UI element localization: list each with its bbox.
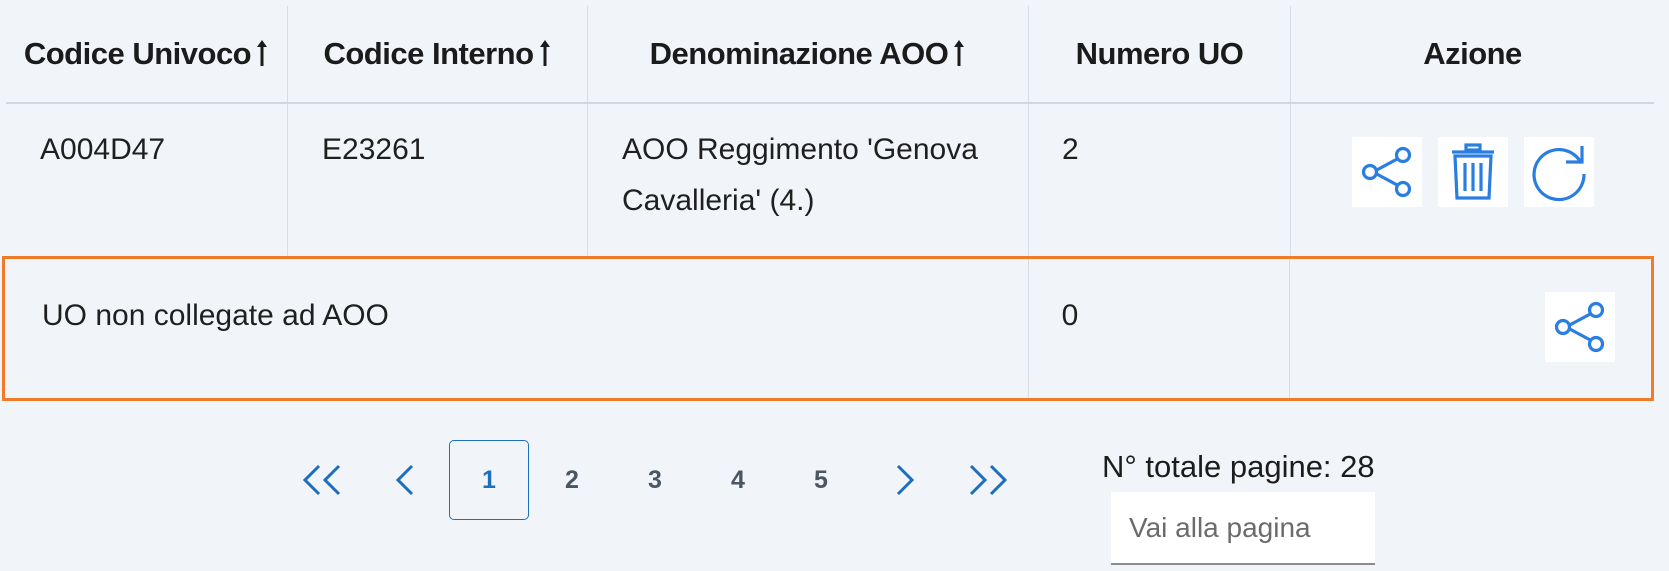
header-codice-interno[interactable]: Codice Interno — [288, 6, 588, 102]
header-label: Numero UO — [1075, 36, 1244, 71]
sort-arrow-up-icon[interactable] — [952, 39, 966, 69]
cell-numero-uo: 0 — [1029, 259, 1290, 398]
page-3-button[interactable]: 3 — [615, 440, 695, 520]
cell-numero-uo: 2 — [1029, 104, 1291, 256]
header-codice-univoco[interactable]: Codice Univoco — [6, 6, 288, 102]
goto-page-field[interactable] — [1111, 492, 1375, 565]
share-icon — [1361, 146, 1411, 198]
header-denominazione-aoo[interactable]: Denominazione AOO — [588, 6, 1029, 102]
aoo-table: Codice Univoco Codice Interno Denominazi… — [2, 6, 1654, 401]
denominazione-line: AOO Reggimento 'Genova — [622, 133, 978, 166]
cell-azione — [1290, 259, 1651, 398]
first-page-button[interactable] — [283, 440, 363, 520]
header-label: Codice Interno — [323, 36, 534, 71]
header-label: Denominazione AOO — [649, 36, 949, 71]
delete-button[interactable] — [1437, 137, 1508, 207]
header-numero-uo: Numero UO — [1029, 6, 1291, 102]
table-row: A004D47 E23261 AOO Reggimento 'Genova Ca… — [6, 104, 1654, 256]
header-label: Codice Univoco — [23, 36, 252, 71]
sort-arrow-up-icon[interactable] — [538, 39, 552, 69]
double-chevron-right-icon — [969, 464, 1008, 496]
last-page-button[interactable] — [947, 440, 1027, 520]
page-5-button[interactable]: 5 — [781, 440, 861, 520]
page-2-button[interactable]: 2 — [532, 440, 612, 520]
next-page-button[interactable] — [864, 440, 944, 520]
cell-denominazione-aoo: AOO Reggimento 'Genova Cavalleria' (4.) — [588, 104, 1029, 256]
sort-arrow-up-icon[interactable] — [255, 39, 269, 69]
page-4-button[interactable]: 4 — [698, 440, 778, 520]
header-azione: Azione — [1291, 6, 1654, 102]
cell-codice-univoco: A004D47 — [6, 104, 288, 256]
cell-azione — [1291, 104, 1654, 256]
cell-codice-interno: E23261 — [288, 104, 588, 256]
total-pages-text: N° totale pagine: 28 — [1102, 449, 1375, 484]
cell-unlinked-uo-label: UO non collegate ad AOO — [5, 259, 1029, 398]
share-button[interactable] — [1351, 137, 1422, 207]
chevron-right-icon — [896, 464, 915, 496]
page-1-button[interactable]: 1 — [449, 440, 529, 520]
goto-page-input[interactable] — [1127, 510, 1375, 545]
chevron-left-icon — [395, 464, 414, 496]
share-button[interactable] — [1544, 292, 1615, 362]
refresh-button[interactable] — [1523, 137, 1594, 207]
unlinked-uo-row: UO non collegate ad AOO 0 — [2, 256, 1654, 401]
double-chevron-left-icon — [302, 464, 341, 496]
trash-icon — [1451, 143, 1494, 200]
header-label: Azione — [1423, 36, 1522, 71]
refresh-icon — [1531, 146, 1586, 202]
prev-page-button[interactable] — [366, 440, 446, 520]
page: Codice Univoco Codice Interno Denominazi… — [0, 0, 1669, 571]
table-header-row: Codice Univoco Codice Interno Denominazi… — [6, 6, 1654, 104]
share-icon — [1554, 301, 1605, 353]
denominazione-line: Cavalleria' (4.) — [622, 184, 815, 217]
